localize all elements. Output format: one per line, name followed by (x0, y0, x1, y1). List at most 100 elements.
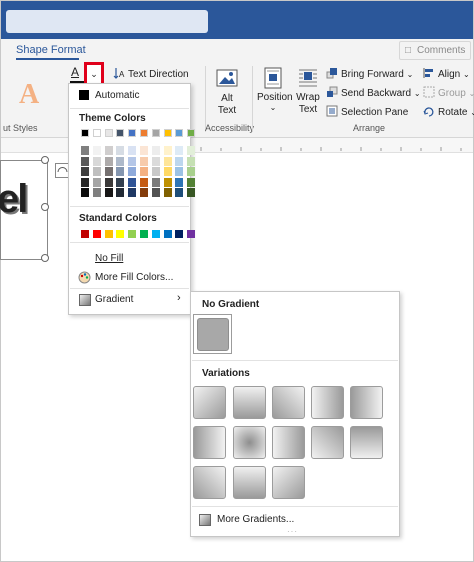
selection-pane-button[interactable]: Selection Pane (326, 105, 408, 118)
theme-shade-swatch[interactable] (140, 146, 148, 155)
wordart-text[interactable]: el (0, 177, 28, 222)
gradient-variation[interactable] (193, 466, 226, 499)
theme-shade-swatch[interactable] (187, 177, 196, 187)
resize-handle[interactable] (41, 203, 49, 211)
theme-color-swatch[interactable] (187, 129, 196, 137)
align-button[interactable]: Align ⌄ (423, 67, 470, 80)
theme-shade-swatch[interactable] (81, 156, 89, 166)
gradient-variation[interactable] (311, 426, 344, 459)
theme-shade-swatch[interactable] (187, 188, 196, 197)
theme-shade-swatch[interactable] (128, 167, 137, 176)
theme-shade-swatch[interactable] (116, 188, 125, 197)
theme-shade-swatch[interactable] (140, 188, 148, 197)
alt-text-button[interactable]: Alt Text (215, 69, 239, 117)
theme-color-swatch[interactable] (175, 129, 184, 137)
theme-shade-swatch[interactable] (128, 188, 137, 197)
theme-shade-swatch[interactable] (92, 177, 101, 187)
theme-shade-swatch[interactable] (81, 188, 89, 197)
standard-color-swatch[interactable] (92, 230, 101, 238)
no-fill-menu-item[interactable]: No Fill (69, 249, 190, 267)
tab-shape-format[interactable]: Shape Format (16, 44, 86, 56)
theme-shade-swatch[interactable] (151, 177, 160, 187)
theme-shade-swatch[interactable] (104, 188, 113, 197)
theme-color-swatch[interactable] (151, 129, 160, 137)
theme-shade-swatch[interactable] (104, 146, 113, 155)
gradient-variation[interactable] (233, 386, 266, 419)
theme-color-swatch[interactable] (116, 129, 125, 137)
theme-shade-swatch[interactable] (163, 188, 172, 197)
gradient-variation[interactable] (233, 466, 266, 499)
gradient-variation[interactable] (350, 426, 383, 459)
theme-shade-swatch[interactable] (92, 156, 101, 166)
gradient-variation[interactable] (272, 426, 305, 459)
standard-color-swatch[interactable] (187, 230, 196, 238)
gradient-menu-item[interactable]: Gradient › (69, 290, 190, 308)
theme-shade-swatch[interactable] (175, 156, 184, 166)
theme-shade-swatch[interactable] (163, 167, 172, 176)
theme-shade-swatch[interactable] (175, 167, 184, 176)
theme-shade-swatch[interactable] (175, 188, 184, 197)
theme-shade-swatch[interactable] (104, 177, 113, 187)
theme-shade-swatch[interactable] (163, 156, 172, 166)
automatic-menu-item[interactable]: Automatic (69, 86, 190, 104)
standard-color-swatch[interactable] (140, 230, 148, 238)
theme-shade-swatch[interactable] (175, 177, 184, 187)
theme-shade-swatch[interactable] (151, 156, 160, 166)
rotate-button[interactable]: Rotate ⌄ (423, 105, 474, 118)
theme-shade-swatch[interactable] (151, 167, 160, 176)
more-gradients-item[interactable]: More Gradients... (217, 514, 294, 525)
theme-shade-swatch[interactable] (81, 167, 89, 176)
theme-shade-swatch[interactable] (187, 156, 196, 166)
resize-handle[interactable] (41, 156, 49, 164)
standard-color-swatch[interactable] (116, 230, 125, 238)
position-button[interactable]: Position ⌄ (257, 67, 293, 112)
theme-shade-swatch[interactable] (163, 146, 172, 155)
standard-color-swatch[interactable] (163, 230, 172, 238)
search-box[interactable] (6, 10, 208, 33)
theme-shade-swatch[interactable] (92, 146, 101, 155)
theme-shade-swatch[interactable] (187, 167, 196, 176)
gradient-variation[interactable] (193, 386, 226, 419)
theme-shade-swatch[interactable] (140, 177, 148, 187)
theme-shade-swatch[interactable] (104, 167, 113, 176)
theme-shade-swatch[interactable] (140, 167, 148, 176)
gallery-resize-grip-icon[interactable]: ··· (287, 527, 298, 536)
standard-color-swatch[interactable] (151, 230, 160, 238)
theme-color-swatch[interactable] (163, 129, 172, 137)
gradient-variation[interactable] (193, 426, 226, 459)
theme-shade-swatch[interactable] (92, 167, 101, 176)
theme-shade-swatch[interactable] (175, 146, 184, 155)
send-backward-button[interactable]: Send Backward ⌄ (326, 86, 421, 99)
theme-shade-swatch[interactable] (140, 156, 148, 166)
gradient-variation[interactable] (272, 386, 305, 419)
theme-shade-swatch[interactable] (116, 156, 125, 166)
more-fill-colors-menu-item[interactable]: More Fill Colors... (69, 268, 190, 286)
theme-shade-swatch[interactable] (128, 146, 137, 155)
standard-color-swatch[interactable] (104, 230, 113, 238)
gradient-variation[interactable] (233, 426, 266, 459)
wordart-style-preview[interactable]: A (19, 79, 39, 111)
theme-color-swatch[interactable] (104, 129, 113, 137)
theme-shade-swatch[interactable] (104, 156, 113, 166)
resize-handle[interactable] (41, 254, 49, 262)
theme-shade-swatch[interactable] (163, 177, 172, 187)
theme-shade-swatch[interactable] (116, 177, 125, 187)
bring-forward-button[interactable]: Bring Forward ⌄ (326, 67, 413, 80)
theme-shade-swatch[interactable] (81, 146, 89, 155)
theme-color-swatch[interactable] (140, 129, 148, 137)
theme-shade-swatch[interactable] (116, 146, 125, 155)
theme-color-swatch[interactable] (81, 129, 89, 137)
theme-color-swatch[interactable] (92, 129, 101, 137)
theme-shade-swatch[interactable] (151, 188, 160, 197)
selected-wordart-shape[interactable]: el (0, 160, 48, 260)
gradient-variation[interactable] (272, 466, 305, 499)
theme-shade-swatch[interactable] (92, 188, 101, 197)
text-fill-button[interactable]: A (70, 65, 84, 83)
gradient-variation[interactable] (311, 386, 344, 419)
theme-color-swatch[interactable] (128, 129, 137, 137)
comments-button[interactable]: □ Comments (399, 41, 471, 60)
group-button[interactable]: Group ⌄ (423, 86, 474, 99)
theme-shade-swatch[interactable] (151, 146, 160, 155)
theme-shade-swatch[interactable] (128, 177, 137, 187)
standard-color-swatch[interactable] (81, 230, 89, 238)
